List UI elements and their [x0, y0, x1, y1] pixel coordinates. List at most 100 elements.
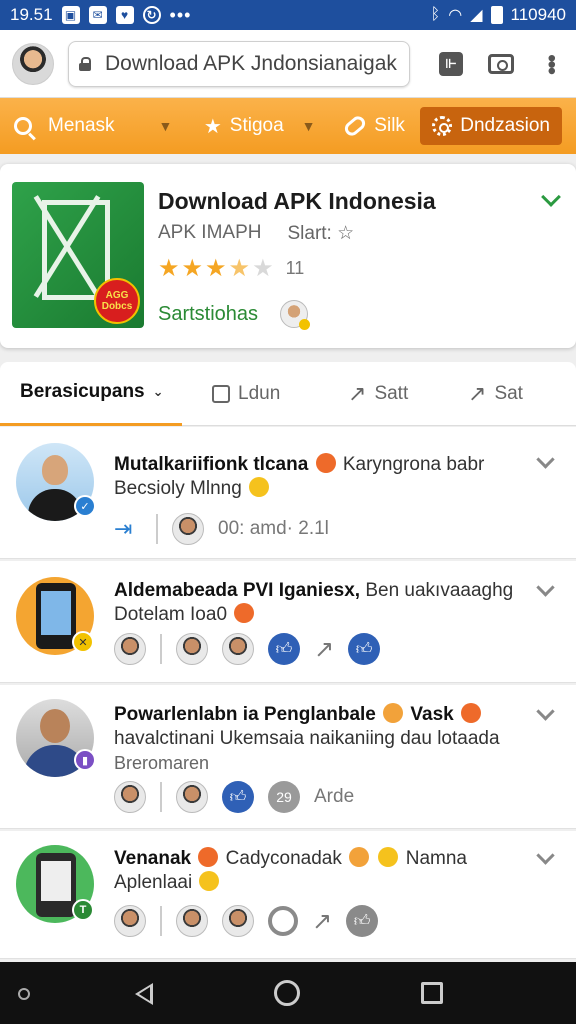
link-icon [342, 113, 369, 139]
mail-icon: ✉ [88, 6, 107, 24]
like-icon[interactable]: 👍︎ [348, 633, 381, 665]
search-dropdown[interactable]: Menask ▼ [14, 115, 204, 137]
share-icon[interactable]: ↗ [314, 635, 334, 664]
signal-icon: ◢ [470, 7, 483, 24]
emoji-icon [315, 453, 336, 473]
emoji-icon [198, 847, 219, 867]
gallery-icon: ▣ [61, 6, 80, 24]
star-icon: ★ [158, 255, 180, 282]
feed-item-subtitle: Dotelam Ioa0 [114, 603, 534, 627]
avatar[interactable] [172, 513, 204, 545]
count-badge: 29 [268, 781, 300, 813]
chevron-down-icon[interactable] [536, 450, 555, 469]
feed-item[interactable]: T Venanak Cadyconadak Namna Aplenlaai ↗ … [0, 831, 576, 959]
chevron-down-icon[interactable] [536, 702, 555, 721]
chevron-down-icon[interactable] [536, 578, 555, 597]
emoji-icon [383, 703, 404, 723]
feed-item-actions: ↗ 👍︎ [114, 905, 379, 937]
star-icon: ★ [203, 115, 222, 138]
settings-action-button[interactable]: Dndzasion [420, 107, 562, 145]
verified-icon: ✓ [74, 495, 96, 517]
url-field[interactable]: Download APK Jndonsianaigak [68, 40, 410, 87]
checkbox-icon [212, 384, 230, 403]
share-icon[interactable]: ↗ [312, 907, 332, 936]
app-meta: APK IMAPH Slart: ☆ [158, 222, 354, 245]
share-icon: ↗ [348, 380, 367, 406]
star-half-icon: ★ [228, 255, 251, 282]
avatar[interactable] [114, 781, 146, 813]
feed-item-detail: Breromaren [114, 753, 210, 773]
sync-icon: ↻ [142, 6, 161, 24]
settings-action-label: Dndzasion [460, 115, 550, 136]
divider [156, 514, 158, 544]
app-icon: AGG Dobcs [12, 182, 144, 328]
tab-bar: Berasicupans ⌄ Ldun ↗ Satt ↗ Sat [0, 362, 576, 426]
emoji-icon [349, 847, 370, 867]
overflow-menu-button[interactable]: ••• [538, 51, 565, 77]
avatar[interactable] [114, 905, 146, 937]
home-button[interactable] [274, 980, 300, 1006]
system-nav-bar [0, 962, 576, 1024]
divider [160, 906, 162, 936]
feed-item-title: Aldemabeada PVI Iganiesx, Ben uakıvaaagh… [114, 580, 514, 601]
developer-avatar[interactable] [280, 300, 311, 330]
sort-dropdown-label: Stigoa [229, 115, 284, 136]
avatar[interactable] [176, 905, 208, 937]
link-button-label: Silk [374, 115, 405, 136]
chevron-down-icon: ▼ [301, 118, 316, 134]
bluetooth-icon: ᛒ [430, 6, 441, 23]
chat-icon: ♥ [115, 6, 134, 24]
recents-button[interactable] [421, 982, 443, 1004]
emoji-icon [234, 603, 255, 623]
app-info-card: AGG Dobcs Download APK Indonesia APK IMA… [0, 164, 576, 348]
camera-button[interactable] [488, 51, 514, 77]
avatar[interactable] [114, 633, 146, 665]
badge-icon: T [72, 899, 94, 921]
feed-item-title: Powarlenlabn ia Penglanbale Vask [114, 703, 514, 727]
avatar[interactable] [222, 633, 254, 665]
chevron-down-icon: ▼ [158, 118, 173, 134]
circle-icon[interactable] [268, 906, 298, 936]
tabs-button[interactable]: ⊩ [438, 51, 464, 77]
status-bar: 19.51 ▣ ✉ ♥ ↻ ••• ᛒ ◠ ◢ 110940 [0, 0, 576, 30]
feed-item-actions: ⇥ 00: amd· 2.1l [114, 513, 329, 545]
feed-item[interactable]: ✕ Aldemabeada PVI Iganiesx, Ben uakıvaaa… [0, 561, 576, 683]
pin-icon[interactable]: ⇥ [114, 518, 142, 540]
expand-card-chevron-icon[interactable] [541, 187, 561, 207]
feed-item[interactable]: ✓ Mutalkariifionk tlcana Karyngrona babr… [0, 427, 576, 559]
link-button[interactable]: Silk [342, 113, 420, 139]
like-icon[interactable]: 👍︎ [268, 633, 300, 665]
app-status: Sartstiohas [158, 300, 311, 330]
feed-item-meta: 00: amd· 2.1l [218, 518, 329, 539]
feed-item-subtitle: Becsioly Mlnng [114, 477, 534, 501]
url-text: Download APK Jndonsianaigak [105, 51, 397, 75]
feed-item-subtitle: Aplenlaai [114, 871, 534, 895]
app-title: Download APK Indonesia [158, 188, 436, 214]
sort-dropdown[interactable]: ★ Stigoa ▼ [204, 114, 344, 139]
like-icon[interactable]: 👍︎ [222, 781, 254, 813]
emoji-icon [249, 477, 270, 497]
profile-avatar[interactable] [12, 42, 54, 85]
browser-url-bar: Download APK Jndonsianaigak ⊩ ••• [0, 30, 576, 98]
feed-item-title: Venanak Cadyconadak Namna [114, 847, 467, 869]
chevron-down-icon[interactable] [536, 846, 555, 865]
search-icon [14, 117, 32, 135]
tab-satt[interactable]: ↗ Satt [314, 362, 448, 426]
feed-item[interactable]: ▮ Powarlenlabn ia Penglanbale Vask haval… [0, 685, 576, 829]
like-icon[interactable]: 👍︎ [346, 905, 379, 937]
emoji-icon [378, 847, 399, 867]
accessibility-icon[interactable] [18, 988, 30, 1000]
avatar[interactable] [176, 781, 208, 813]
tab-ldun[interactable]: Ldun [182, 362, 314, 426]
back-button[interactable] [135, 983, 153, 1005]
avatar[interactable] [222, 905, 254, 937]
badge-icon: ▮ [74, 749, 96, 771]
tab-sat[interactable]: ↗ Sat [448, 362, 537, 426]
filter-toolbar: Menask ▼ ★ Stigoa ▼ Silk Dndzasion [0, 98, 576, 154]
feed-item-actions: 👍︎ ↗ 👍︎ [114, 633, 381, 665]
status-time: 19.51 [10, 5, 53, 24]
tab-berasicupans[interactable]: Berasicupans ⌄ [0, 362, 182, 426]
avatar[interactable] [176, 633, 208, 665]
share-icon: ↗ [468, 380, 487, 406]
star-icon: ★ [205, 255, 227, 282]
